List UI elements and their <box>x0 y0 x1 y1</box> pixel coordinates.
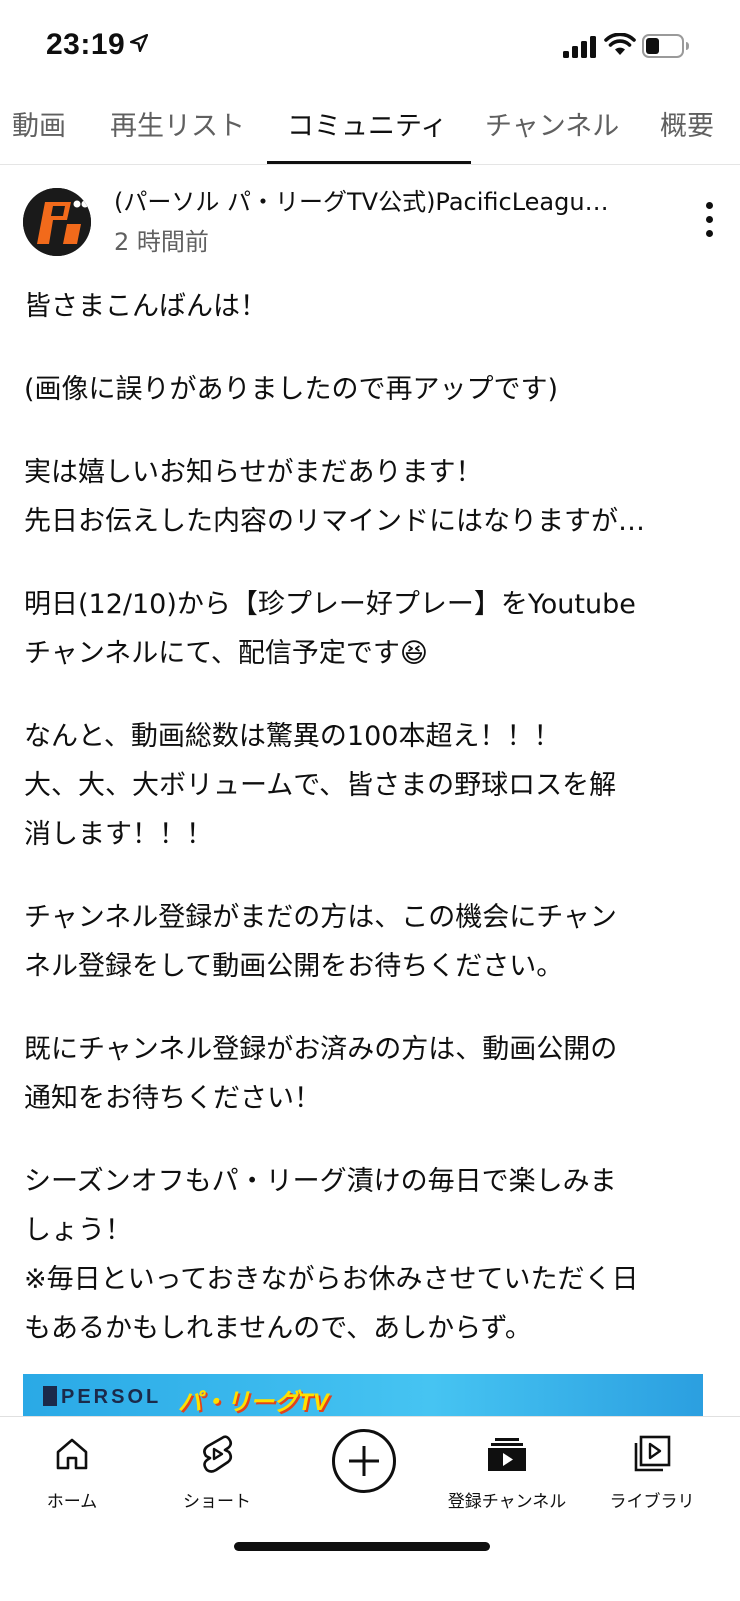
post-paragraph: (画像に誤りがありましたので再アップです) <box>24 374 559 405</box>
post-paragraph: 既にチャンネル登録がお済みの方は、動画公開の 通知をお待ちください！ <box>24 1034 618 1114</box>
tab-channels[interactable]: チャンネル <box>485 104 619 143</box>
create-button[interactable] <box>332 1429 396 1493</box>
more-options-icon[interactable] <box>690 200 730 240</box>
post-text: 皆さまこんばんは！ (画像に誤りがありましたので再アップです) 実は嬉しいお知ら… <box>24 282 714 1387</box>
nav-library[interactable]: ライブラリ <box>582 1429 722 1512</box>
shorts-icon <box>203 1435 233 1473</box>
persol-logo: PERSOL <box>43 1386 161 1409</box>
home-icon <box>56 1438 88 1470</box>
subscriptions-icon <box>488 1438 526 1471</box>
cellular-signal-icon <box>563 36 596 58</box>
library-icon <box>634 1435 671 1472</box>
nav-home[interactable]: ホーム <box>2 1429 142 1512</box>
post-paragraph: シーズンオフもパ・リーグ漬けの毎日で楽しみま しょう！ ※毎日といっておきながら… <box>24 1166 639 1344</box>
post-paragraph: 実は嬉しいお知らせがまだあります！ 先日お伝えした内容のリマインドにはなりますが… <box>24 457 645 537</box>
wifi-icon <box>604 33 636 55</box>
post-paragraph: 明日(12/10)から【珍プレー好プレー】をYoutube チャンネルにて、配信… <box>24 589 636 669</box>
channel-tabs: 動画 再生リスト コミュニティ チャンネル 概要 <box>0 92 740 165</box>
bottom-navigation: ホーム ショート 登録チャンネル ライブラリ <box>0 1416 740 1601</box>
nav-subscriptions[interactable]: 登録チャンネル <box>437 1429 577 1512</box>
battery-icon <box>642 34 689 58</box>
tab-about[interactable]: 概要 <box>660 104 714 143</box>
post-paragraph: チャンネル登録がまだの方は、この機会にチャン ネル登録をして動画公開をお待ちくだ… <box>24 902 617 982</box>
pa-league-tv-logo: パ・リーグTV <box>178 1389 329 1416</box>
home-indicator <box>234 1542 490 1551</box>
tab-videos[interactable]: 動画 <box>12 104 66 143</box>
nav-library-label: ライブラリ <box>609 1492 695 1512</box>
location-arrow-icon <box>130 34 148 52</box>
post-image[interactable]: PERSOL パ・リーグTV <box>23 1374 703 1418</box>
post-paragraph: 皆さまこんばんは！ <box>24 291 267 322</box>
post-paragraph: なんと、動画総数は驚異の100本超え！！！ 大、大、大ボリュームで、皆さまの野球… <box>24 721 617 850</box>
tab-community[interactable]: コミュニティ <box>287 104 447 143</box>
tab-playlists[interactable]: 再生リスト <box>110 104 245 143</box>
channel-name[interactable]: (パーソル パ・リーグTV公式)PacificLeagu… <box>114 182 644 217</box>
post-header: (パーソル パ・リーグTV公式)PacificLeagu… 2 時間前 <box>0 180 740 270</box>
nav-home-label: ホーム <box>46 1492 98 1512</box>
plus-icon <box>349 1446 379 1476</box>
nav-subscriptions-label: 登録チャンネル <box>447 1492 567 1512</box>
status-bar: 23:19 <box>0 0 740 90</box>
nav-shorts[interactable]: ショート <box>147 1429 287 1512</box>
channel-avatar[interactable] <box>23 188 91 256</box>
status-time: 23:19 <box>46 28 126 61</box>
active-tab-indicator <box>267 161 471 164</box>
pa-league-logo-icon <box>23 188 91 256</box>
post-timestamp: 2 時間前 <box>114 228 209 256</box>
nav-shorts-label: ショート <box>183 1492 251 1512</box>
